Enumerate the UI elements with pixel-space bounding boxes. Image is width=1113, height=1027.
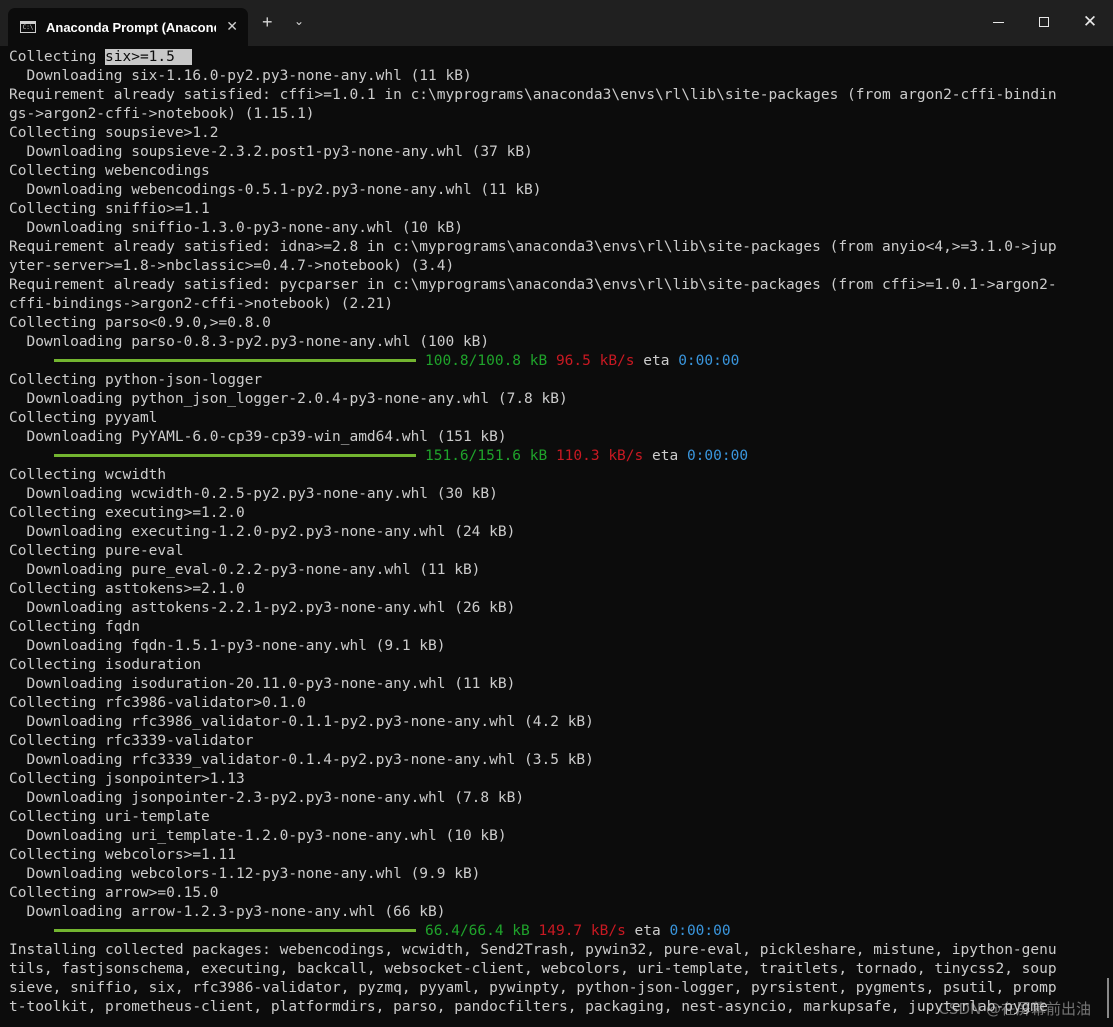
progress-speed: 149.7 kB/s: [538, 923, 626, 939]
terminal-line: Downloading soupsieve-2.3.2.post1-py3-no…: [9, 144, 533, 160]
terminal-line: Collecting jsonpointer>1.13: [9, 771, 245, 787]
terminal-line: Collecting arrow>=0.15.0: [9, 885, 219, 901]
terminal-line: Collecting executing>=1.2.0: [9, 505, 245, 521]
progress-size: 151.6/151.6 kB: [425, 448, 548, 464]
tab-title: Anaconda Prompt (Anaconda: [46, 19, 216, 35]
terminal-line: Downloading sniffio-1.3.0-py3-none-any.w…: [9, 220, 463, 236]
progress-eta-label: eta: [652, 448, 679, 464]
terminal-line: Downloading arrow-1.2.3-py3-none-any.whl…: [9, 904, 446, 920]
terminal-line: Collecting isoduration: [9, 657, 202, 673]
minimize-button[interactable]: [978, 10, 1018, 34]
progress-bar: [54, 453, 416, 457]
terminal-line: Collecting webcolors>=1.11: [9, 847, 236, 863]
terminal-line: Collecting uri-template: [9, 809, 210, 825]
terminal-output[interactable]: Collecting six>=1.5 Downloading six-1.16…: [9, 48, 1105, 1027]
terminal-line: Requirement already satisfied: pycparser…: [9, 277, 1057, 293]
progress-line: 100.8/100.8 kB 96.5 kB/s eta 0:00:00: [9, 352, 1105, 371]
title-bar: C:\ Anaconda Prompt (Anaconda ✕ + ⌄ ✕: [0, 0, 1113, 46]
terminal-line: Downloading wcwidth-0.2.5-py2.py3-none-a…: [9, 486, 498, 502]
progress-speed: 96.5 kB/s: [555, 353, 635, 369]
terminal-line: Downloading python_json_logger-2.0.4-py3…: [9, 391, 568, 407]
chevron-down-icon[interactable]: ⌄: [294, 14, 304, 28]
terminal-line: Downloading six-1.16.0-py2.py3-none-any.…: [9, 68, 472, 84]
progress-size: 100.8/100.8 kB: [425, 353, 548, 369]
terminal-line: Collecting soupsieve>1.2: [9, 125, 219, 141]
line-text-before-selection: Collecting: [9, 49, 106, 65]
progress-eta: 0:00:00: [686, 448, 749, 464]
progress-line: 151.6/151.6 kB 110.3 kB/s eta 0:00:00: [9, 447, 1105, 466]
terminal-line: Downloading parso-0.8.3-py2.py3-none-any…: [9, 334, 490, 350]
terminal-line: Collecting fqdn: [9, 619, 140, 635]
terminal-line: Downloading rfc3339_validator-0.1.4-py2.…: [9, 752, 594, 768]
terminal-line: Collecting webencodings: [9, 163, 210, 179]
terminal-line: Collecting python-json-logger: [9, 372, 263, 388]
terminal-line: cffi-bindings->argon2-cffi->notebook) (2…: [9, 296, 394, 312]
progress-size: 66.4/66.4 kB: [425, 923, 530, 939]
terminal-line: Downloading isoduration-20.11.0-py3-none…: [9, 676, 516, 692]
terminal-window: C:\ Anaconda Prompt (Anaconda ✕ + ⌄ ✕ Co…: [0, 0, 1113, 1027]
watermark: CSDN @在屏幕前出油: [938, 1000, 1091, 1018]
scrollbar[interactable]: [1107, 978, 1109, 1018]
progress-bar: [54, 358, 416, 362]
maximize-button[interactable]: [1024, 10, 1064, 34]
close-window-button[interactable]: ✕: [1070, 10, 1110, 34]
terminal-line: Downloading uri_template-1.2.0-py3-none-…: [9, 828, 507, 844]
terminal-line: Downloading PyYAML-6.0-cp39-cp39-win_amd…: [9, 429, 507, 445]
terminal-line: Collecting pure-eval: [9, 543, 184, 559]
terminal-line: yter-server>=1.8->nbclassic>=0.4.7->note…: [9, 258, 455, 274]
progress-eta: 0:00:00: [669, 923, 731, 939]
terminal-line: Installing collected packages: webencodi…: [9, 942, 1057, 958]
terminal-line: Downloading asttokens-2.2.1-py2.py3-none…: [9, 600, 516, 616]
terminal-line: gs->argon2-cffi->notebook) (1.15.1): [9, 106, 315, 122]
console-icon: C:\: [20, 21, 36, 33]
terminal-line: Collecting six>=1.5: [9, 48, 1105, 67]
new-tab-button[interactable]: +: [262, 12, 273, 33]
terminal-line: Downloading fqdn-1.5.1-py3-none-any.whl …: [9, 638, 446, 654]
progress-eta-label: eta: [634, 923, 661, 939]
terminal-line: Collecting rfc3339-validator: [9, 733, 254, 749]
terminal-line: Collecting sniffio>=1.1: [9, 201, 210, 217]
terminal-line: Downloading webcolors-1.12-py3-none-any.…: [9, 866, 481, 882]
terminal-line: Downloading executing-1.2.0-py2.py3-none…: [9, 524, 516, 540]
progress-speed: 110.3 kB/s: [555, 448, 644, 464]
terminal-line: Collecting parso<0.9.0,>=0.8.0: [9, 315, 271, 331]
terminal-line: Requirement already satisfied: idna>=2.8…: [9, 239, 1057, 255]
terminal-line: Collecting asttokens>=2.1.0: [9, 581, 245, 597]
progress-line: 66.4/66.4 kB 149.7 kB/s eta 0:00:00: [9, 922, 1105, 941]
progress-bar: [54, 928, 416, 932]
terminal-line: Downloading webencodings-0.5.1-py2.py3-n…: [9, 182, 542, 198]
terminal-line: Collecting rfc3986-validator>0.1.0: [9, 695, 306, 711]
terminal-line: Requirement already satisfied: cffi>=1.0…: [9, 87, 1057, 103]
progress-eta: 0:00:00: [678, 353, 740, 369]
progress-eta-label: eta: [643, 353, 670, 369]
close-tab-icon[interactable]: ✕: [226, 18, 238, 35]
terminal-line: Downloading rfc3986_validator-0.1.1-py2.…: [9, 714, 594, 730]
terminal-line: Collecting pyyaml: [9, 410, 158, 426]
terminal-line: sieve, sniffio, six, rfc3986-validator, …: [9, 980, 1057, 996]
maximize-icon: [1039, 17, 1049, 27]
tab-anaconda-prompt[interactable]: C:\ Anaconda Prompt (Anaconda ✕: [8, 8, 248, 46]
terminal-line: Downloading jsonpointer-2.3-py2.py3-none…: [9, 790, 525, 806]
selected-text[interactable]: six>=1.5: [105, 49, 193, 65]
minimize-icon: [992, 21, 1004, 23]
terminal-line: Downloading pure_eval-0.2.2-py3-none-any…: [9, 562, 481, 578]
terminal-line: tils, fastjsonschema, executing, backcal…: [9, 961, 1057, 977]
terminal-line: Collecting wcwidth: [9, 467, 167, 483]
